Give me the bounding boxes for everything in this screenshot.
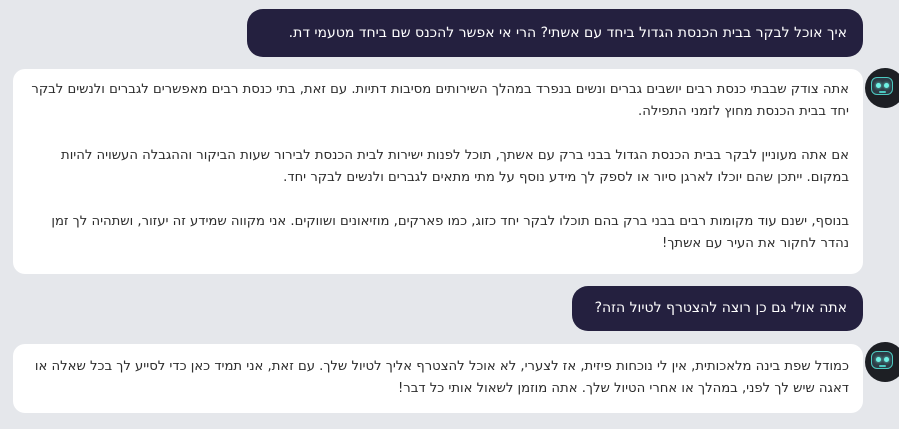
robot-mouth bbox=[879, 365, 886, 367]
user-message-text: אתה אולי גם כן רוצה להצטרף לטיול הזה? bbox=[594, 300, 847, 316]
assistant-message-paragraph: אתה צודק שבבתי כנסת רבים יושבים גברים ונ… bbox=[31, 82, 849, 119]
assistant-message: כמודל שפת בינה מלאכותית, אין לי נוכחות פ… bbox=[13, 344, 863, 413]
user-message: איך אוכל לבקר בבית הכנסת הגדול ביחד עם א… bbox=[247, 9, 863, 57]
robot-mouth bbox=[879, 91, 886, 93]
robot-face bbox=[871, 77, 893, 95]
robot-face bbox=[871, 351, 893, 369]
robot-eye bbox=[876, 83, 881, 88]
robot-eye bbox=[884, 357, 889, 362]
assistant-message: אתה צודק שבבתי כנסת רבים יושבים גברים ונ… bbox=[13, 69, 863, 274]
robot-avatar-icon bbox=[865, 342, 899, 382]
robot-avatar-icon bbox=[865, 68, 899, 108]
user-message: אתה אולי גם כן רוצה להצטרף לטיול הזה? bbox=[572, 286, 863, 331]
assistant-message-paragraph: בנוסף, ישנם עוד מקומות רבים בבני ברק בהם… bbox=[51, 214, 849, 251]
robot-eye bbox=[884, 83, 889, 88]
assistant-message-paragraph: אם אתה מעוניין לבקר בבית הכנסת הגדול בבנ… bbox=[61, 148, 849, 185]
assistant-message-paragraph: כמודל שפת בינה מלאכותית, אין לי נוכחות פ… bbox=[34, 359, 849, 396]
robot-eye bbox=[876, 357, 881, 362]
user-message-text: איך אוכל לבקר בבית הכנסת הגדול ביחד עם א… bbox=[288, 24, 847, 41]
